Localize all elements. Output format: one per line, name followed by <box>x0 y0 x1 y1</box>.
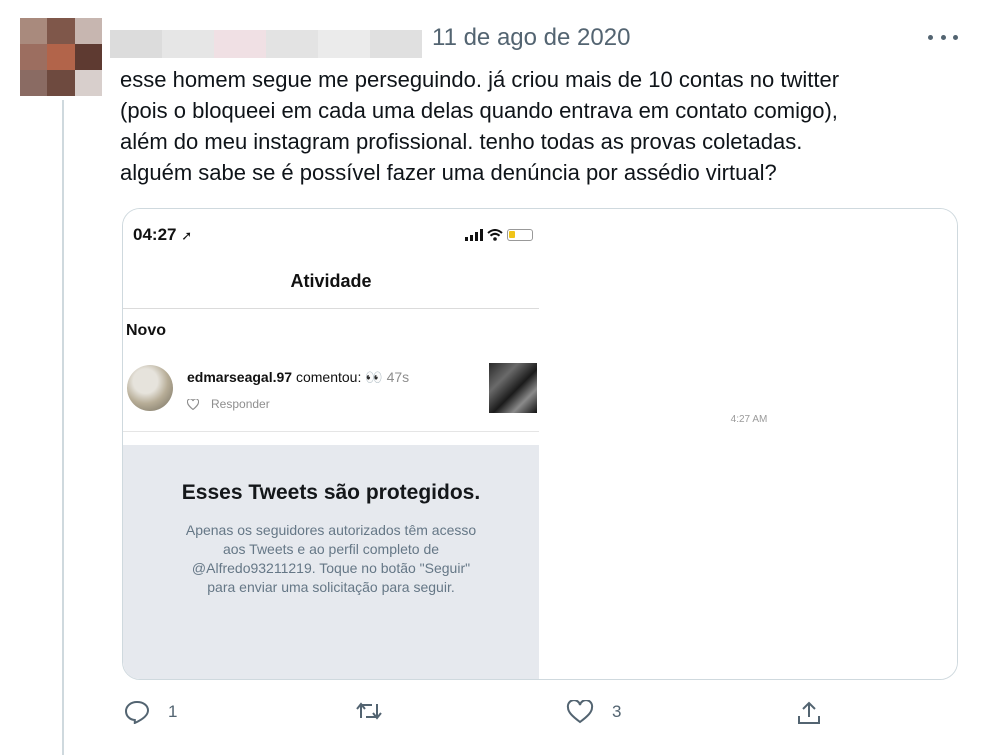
divider <box>123 431 539 432</box>
screen-title: Atividade <box>290 271 372 291</box>
status-time-text: 04:27 <box>133 225 177 244</box>
share-icon <box>798 701 820 724</box>
post-thumbnail <box>489 363 537 413</box>
reply-button[interactable]: 1 <box>124 700 177 724</box>
thread-line <box>62 100 64 755</box>
protected-title: Esses Tweets são protegidos. <box>181 481 481 504</box>
message-time: 4:27 AM <box>730 414 768 425</box>
share-button[interactable] <box>796 700 822 726</box>
more-horizontal-icon[interactable] <box>928 26 958 48</box>
like-count: 3 <box>612 702 622 721</box>
notification-text: edmarseagal.97 comentou: 👀 47s <box>187 369 409 386</box>
protected-body-line: para enviar uma solicitação para seguir. <box>207 579 455 595</box>
wifi-icon <box>487 229 503 241</box>
battery-icon <box>507 229 533 241</box>
tweet-date[interactable]: 11 de ago de 2020 <box>432 24 630 52</box>
tweet-text-line: além do meu instagram profissional. tenh… <box>120 129 803 154</box>
location-arrow-icon: ➚ <box>181 228 193 243</box>
reply-count: 1 <box>168 702 178 721</box>
retweet-button[interactable] <box>356 700 400 722</box>
protected-tweets-panel: Esses Tweets são protegidos. Apenas os s… <box>123 445 539 679</box>
protected-body-line: Apenas os seguidores autorizados têm ace… <box>185 522 477 538</box>
section-label: Novo <box>126 322 166 339</box>
author-name-blurred[interactable] <box>110 30 422 58</box>
heart-icon <box>187 398 199 410</box>
notification-username: edmarseagal.97 <box>187 369 293 385</box>
heart-icon <box>566 700 594 724</box>
tweet-text-line: (pois o bloqueei em cada uma delas quand… <box>120 98 838 123</box>
protected-body: Apenas os seguidores autorizados têm ace… <box>153 521 509 597</box>
reply-icon <box>124 700 150 724</box>
protected-body-line: aos Tweets e ao perfil completo de <box>222 541 440 557</box>
notification-avatar <box>127 365 173 411</box>
reply-label: Responder <box>211 397 270 411</box>
tweet-text: esse homem segue me perseguindo. já crio… <box>120 64 950 188</box>
eyes-emoji: 👀 <box>365 369 383 385</box>
notification-reply-row: Responder <box>187 397 270 411</box>
avatar[interactable] <box>20 18 102 96</box>
screenshot-instagram-activity[interactable]: 04:27 ➚ Atividade Novo edmarseagal.97 co… <box>123 209 539 679</box>
tweet-media[interactable]: 04:27 ➚ Atividade Novo edmarseagal.97 co… <box>122 208 958 680</box>
tweet-text-line: alguém sabe se é possível fazer uma denú… <box>120 160 777 185</box>
tweet-text-line: esse homem segue me perseguindo. já crio… <box>120 67 840 92</box>
divider <box>123 308 539 309</box>
protected-body-line: @Alfredo93211219. Toque no botão "Seguir… <box>191 560 471 576</box>
signal-icon <box>465 229 483 241</box>
like-button[interactable]: 3 <box>566 700 621 724</box>
notification-action: comentou: <box>295 369 362 385</box>
status-icons <box>465 229 533 241</box>
tweet-actions: 1 3 <box>120 700 840 736</box>
status-time: 04:27 ➚ <box>133 225 192 245</box>
screenshot-blank[interactable]: 4:27 AM <box>539 209 957 679</box>
retweet-icon <box>356 702 382 720</box>
notification-time: 47s <box>386 369 410 385</box>
